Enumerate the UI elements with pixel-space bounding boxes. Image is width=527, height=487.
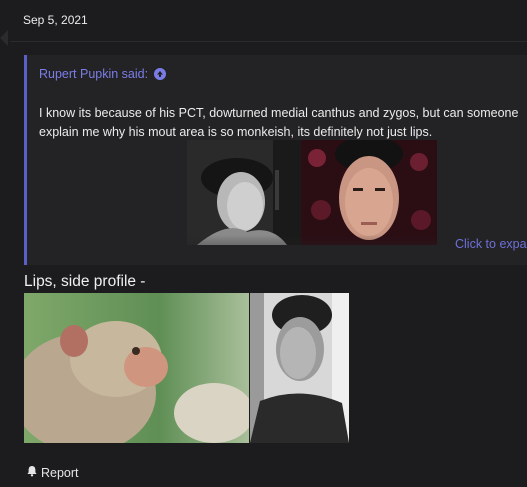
post-image-monkey[interactable]: [24, 293, 249, 443]
quote-expand-link[interactable]: Click to expand...: [455, 237, 527, 251]
quoted-image-left: [187, 140, 301, 245]
post-text: Lips, side profile -: [24, 273, 146, 290]
message-notch: [0, 30, 8, 46]
bbcode-quote: Rupert Pupkin said: I know its because o…: [24, 55, 527, 265]
quote-author[interactable]: Rupert Pupkin said:: [39, 67, 148, 81]
arrow-up-circle-icon[interactable]: [154, 68, 167, 80]
report-link[interactable]: Report: [26, 465, 79, 480]
post-image-man-profile[interactable]: [250, 293, 349, 443]
header-divider: [10, 41, 527, 42]
quoted-image-right: [301, 140, 437, 245]
quote-text: I know its because of his PCT, dowturned…: [39, 106, 519, 139]
quote-author-link[interactable]: Rupert Pupkin said:: [39, 67, 167, 81]
quoted-image[interactable]: [187, 140, 437, 245]
report-label[interactable]: Report: [41, 466, 79, 480]
bell-icon[interactable]: [26, 465, 38, 480]
post-date[interactable]: Sep 5, 2021: [23, 13, 88, 27]
